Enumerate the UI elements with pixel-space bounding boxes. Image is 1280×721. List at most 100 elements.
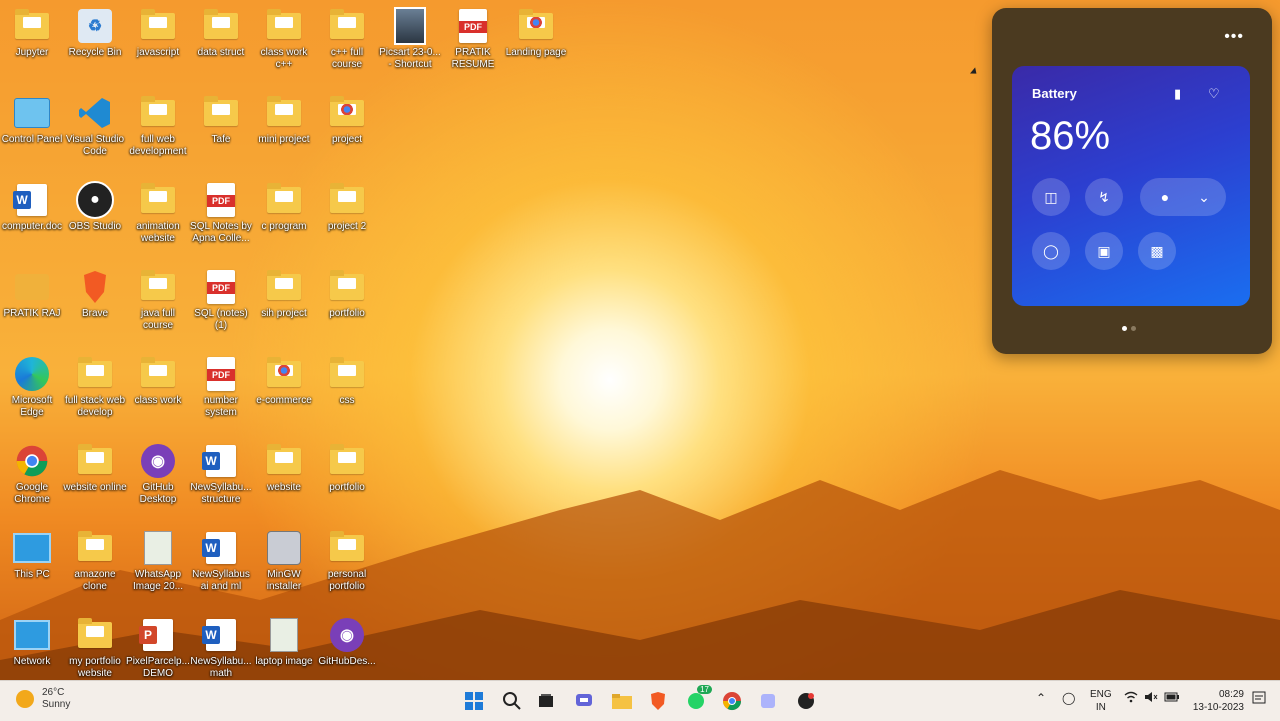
desktop-icon[interactable]: Google Chrome [0, 439, 64, 523]
fn-key-icon[interactable]: ▩ [1138, 232, 1176, 270]
desktop-icon[interactable]: Brave [63, 265, 127, 349]
desktop-icon[interactable]: class work [126, 352, 190, 436]
desktop-icon[interactable]: java full course [126, 265, 190, 349]
desktop-icon[interactable]: portfolio [315, 439, 379, 523]
desktop-icon[interactable]: Control Panel [0, 91, 64, 175]
desktop-icon[interactable]: PDF SQL (notes) (1) [189, 265, 253, 349]
show-hidden-icons-chevron-icon[interactable]: ⌃ [1036, 691, 1046, 705]
desktop-icon[interactable]: MinGW installer [252, 526, 316, 610]
desktop-icon[interactable]: This PC [0, 526, 64, 610]
desktop-icon[interactable]: website [252, 439, 316, 523]
region-code: IN [1095, 702, 1106, 713]
desktop-icon[interactable]: W NewSyllabus ai and ml [189, 526, 253, 610]
battery-saver-icon[interactable]: ▮ [1174, 86, 1181, 102]
desktop-icon-label: NewSyllabu... math [190, 656, 252, 679]
search-icon[interactable] [500, 689, 524, 713]
desktop-icon[interactable]: PDF SQL Notes by Apna Colle... [189, 178, 253, 262]
file-explorer-icon[interactable] [610, 689, 634, 713]
clock[interactable]: 08:29 13-10-2023 [1193, 688, 1244, 714]
battery-mode-icon[interactable]: ◫ [1032, 178, 1070, 216]
lightbulb-icon[interactable]: ● [1146, 178, 1184, 216]
desktop-icon[interactable]: mini project [252, 91, 316, 175]
desktop-icon[interactable]: ◉ GitHub Desktop [126, 439, 190, 523]
desktop-icon[interactable]: Tafe [189, 91, 253, 175]
desktop-icon-grid: Jupyter ♻ Recycle Bin javascript data struct… [0, 0, 760, 680]
desktop-icon[interactable]: PDF number system [189, 352, 253, 436]
desktop-icon[interactable]: animation website [126, 178, 190, 262]
desktop-icon[interactable]: Jupyter [0, 4, 64, 88]
word-icon: W [201, 530, 241, 566]
weather-widget[interactable]: 26°C Sunny [16, 687, 70, 711]
folder-icon [264, 269, 304, 305]
desktop-icon[interactable]: Microsoft Edge [0, 352, 64, 436]
desktop-icon[interactable]: Wcomputer.doc [0, 178, 64, 262]
desktop-icon-label: javascript [136, 47, 180, 58]
desktop-icon[interactable]: Visual Studio Code [63, 91, 127, 175]
ppt-icon: P [138, 617, 178, 653]
charging-bolt-icon[interactable]: ↯ [1085, 178, 1123, 216]
desktop-icon[interactable]: portfolio [315, 265, 379, 349]
desktop-icon[interactable]: personal portfolio [315, 526, 379, 610]
notification-icon[interactable] [1252, 691, 1266, 708]
desktop-icon[interactable]: amazone clone [63, 526, 127, 610]
desktop-icon[interactable]: Landing page [504, 4, 568, 88]
teams-chat-icon[interactable] [572, 689, 596, 713]
task-view-icon[interactable] [534, 689, 558, 713]
desktop-icon[interactable]: class work c++ [252, 4, 316, 88]
volume-muted-icon[interactable] [1144, 691, 1158, 706]
word-icon: W [201, 443, 241, 479]
microphone-icon[interactable]: ◯ [1032, 232, 1070, 270]
chromefolder-icon [516, 8, 556, 44]
snipping-tool-icon[interactable] [756, 689, 780, 713]
desktop-icon[interactable]: website online [63, 439, 127, 523]
desktop-icon[interactable]: full web development [126, 91, 190, 175]
battery-tray-icon[interactable] [1164, 691, 1180, 706]
desktop-icon-label: NewSyllabu... structure [190, 482, 252, 505]
desktop-icon[interactable]: WhatsApp Image 20... [126, 526, 190, 610]
desktop-icon[interactable]: ● OBS Studio [63, 178, 127, 262]
desktop-icon[interactable]: project 2 [315, 178, 379, 262]
desktop-icon[interactable]: PDF PRATIK RESUME [441, 4, 505, 88]
whatsapp-icon[interactable]: 17 [684, 685, 712, 713]
desktop-icon[interactable]: project [315, 91, 379, 175]
camera-icon[interactable]: ▣ [1085, 232, 1123, 270]
sun-icon [16, 690, 34, 708]
desktop-icon[interactable]: sih project [252, 265, 316, 349]
page-dot-1[interactable] [1122, 326, 1127, 331]
language-indicator[interactable]: ENG IN [1090, 688, 1112, 714]
desktop-icon-label: Brave [81, 308, 109, 319]
chrome-icon[interactable] [720, 689, 744, 713]
desktop-icon[interactable]: ♻ Recycle Bin [63, 4, 127, 88]
folder-icon [264, 443, 304, 479]
pdf-icon: PDF [201, 356, 241, 392]
chevron-down-icon[interactable]: ⌄ [1185, 178, 1223, 216]
start-button[interactable] [462, 689, 486, 713]
page-dot-2[interactable] [1131, 326, 1136, 331]
app-red-dot-icon[interactable] [794, 689, 818, 713]
wifi-icon[interactable] [1124, 691, 1138, 706]
desktop-icon[interactable]: e-commerce [252, 352, 316, 436]
battery-widget-panel: ••• Battery ▮ ♡ 86% ◫ ↯ ● ⌄ ◯ ▣ ▩ [992, 8, 1272, 354]
desktop-icon[interactable]: c program [252, 178, 316, 262]
desktop-icon[interactable]: PRATIK RAJ [0, 265, 64, 349]
desktop-icon[interactable]: data struct [189, 4, 253, 88]
microphone-tray-icon[interactable]: ◯ [1062, 691, 1075, 705]
desktop-icon-label: OBS Studio [68, 221, 122, 232]
desktop-icon-label: GitHubDes... [318, 656, 376, 667]
desktop-icon[interactable]: W NewSyllabu... structure [189, 439, 253, 523]
brave-browser-icon[interactable] [646, 689, 670, 713]
desktop-icon[interactable]: full stack web develop [63, 352, 127, 436]
folder-icon [138, 356, 178, 392]
desktop-icon[interactable]: c++ full course [315, 4, 379, 88]
folder-icon [201, 95, 241, 131]
desktop-icon[interactable]: Picsart 23-0... - Shortcut [378, 4, 442, 88]
folder-icon [201, 8, 241, 44]
folder-icon [327, 182, 367, 218]
more-options-button[interactable]: ••• [1224, 28, 1244, 46]
desktop-icon-label: PRATIK RESUME [451, 47, 495, 70]
desktop-icon[interactable]: css [315, 352, 379, 436]
heart-health-icon[interactable]: ♡ [1208, 86, 1220, 102]
desktop-icon-label: WhatsApp Image 20... [132, 569, 184, 592]
desktop-icon[interactable]: javascript [126, 4, 190, 88]
folder-icon [138, 182, 178, 218]
